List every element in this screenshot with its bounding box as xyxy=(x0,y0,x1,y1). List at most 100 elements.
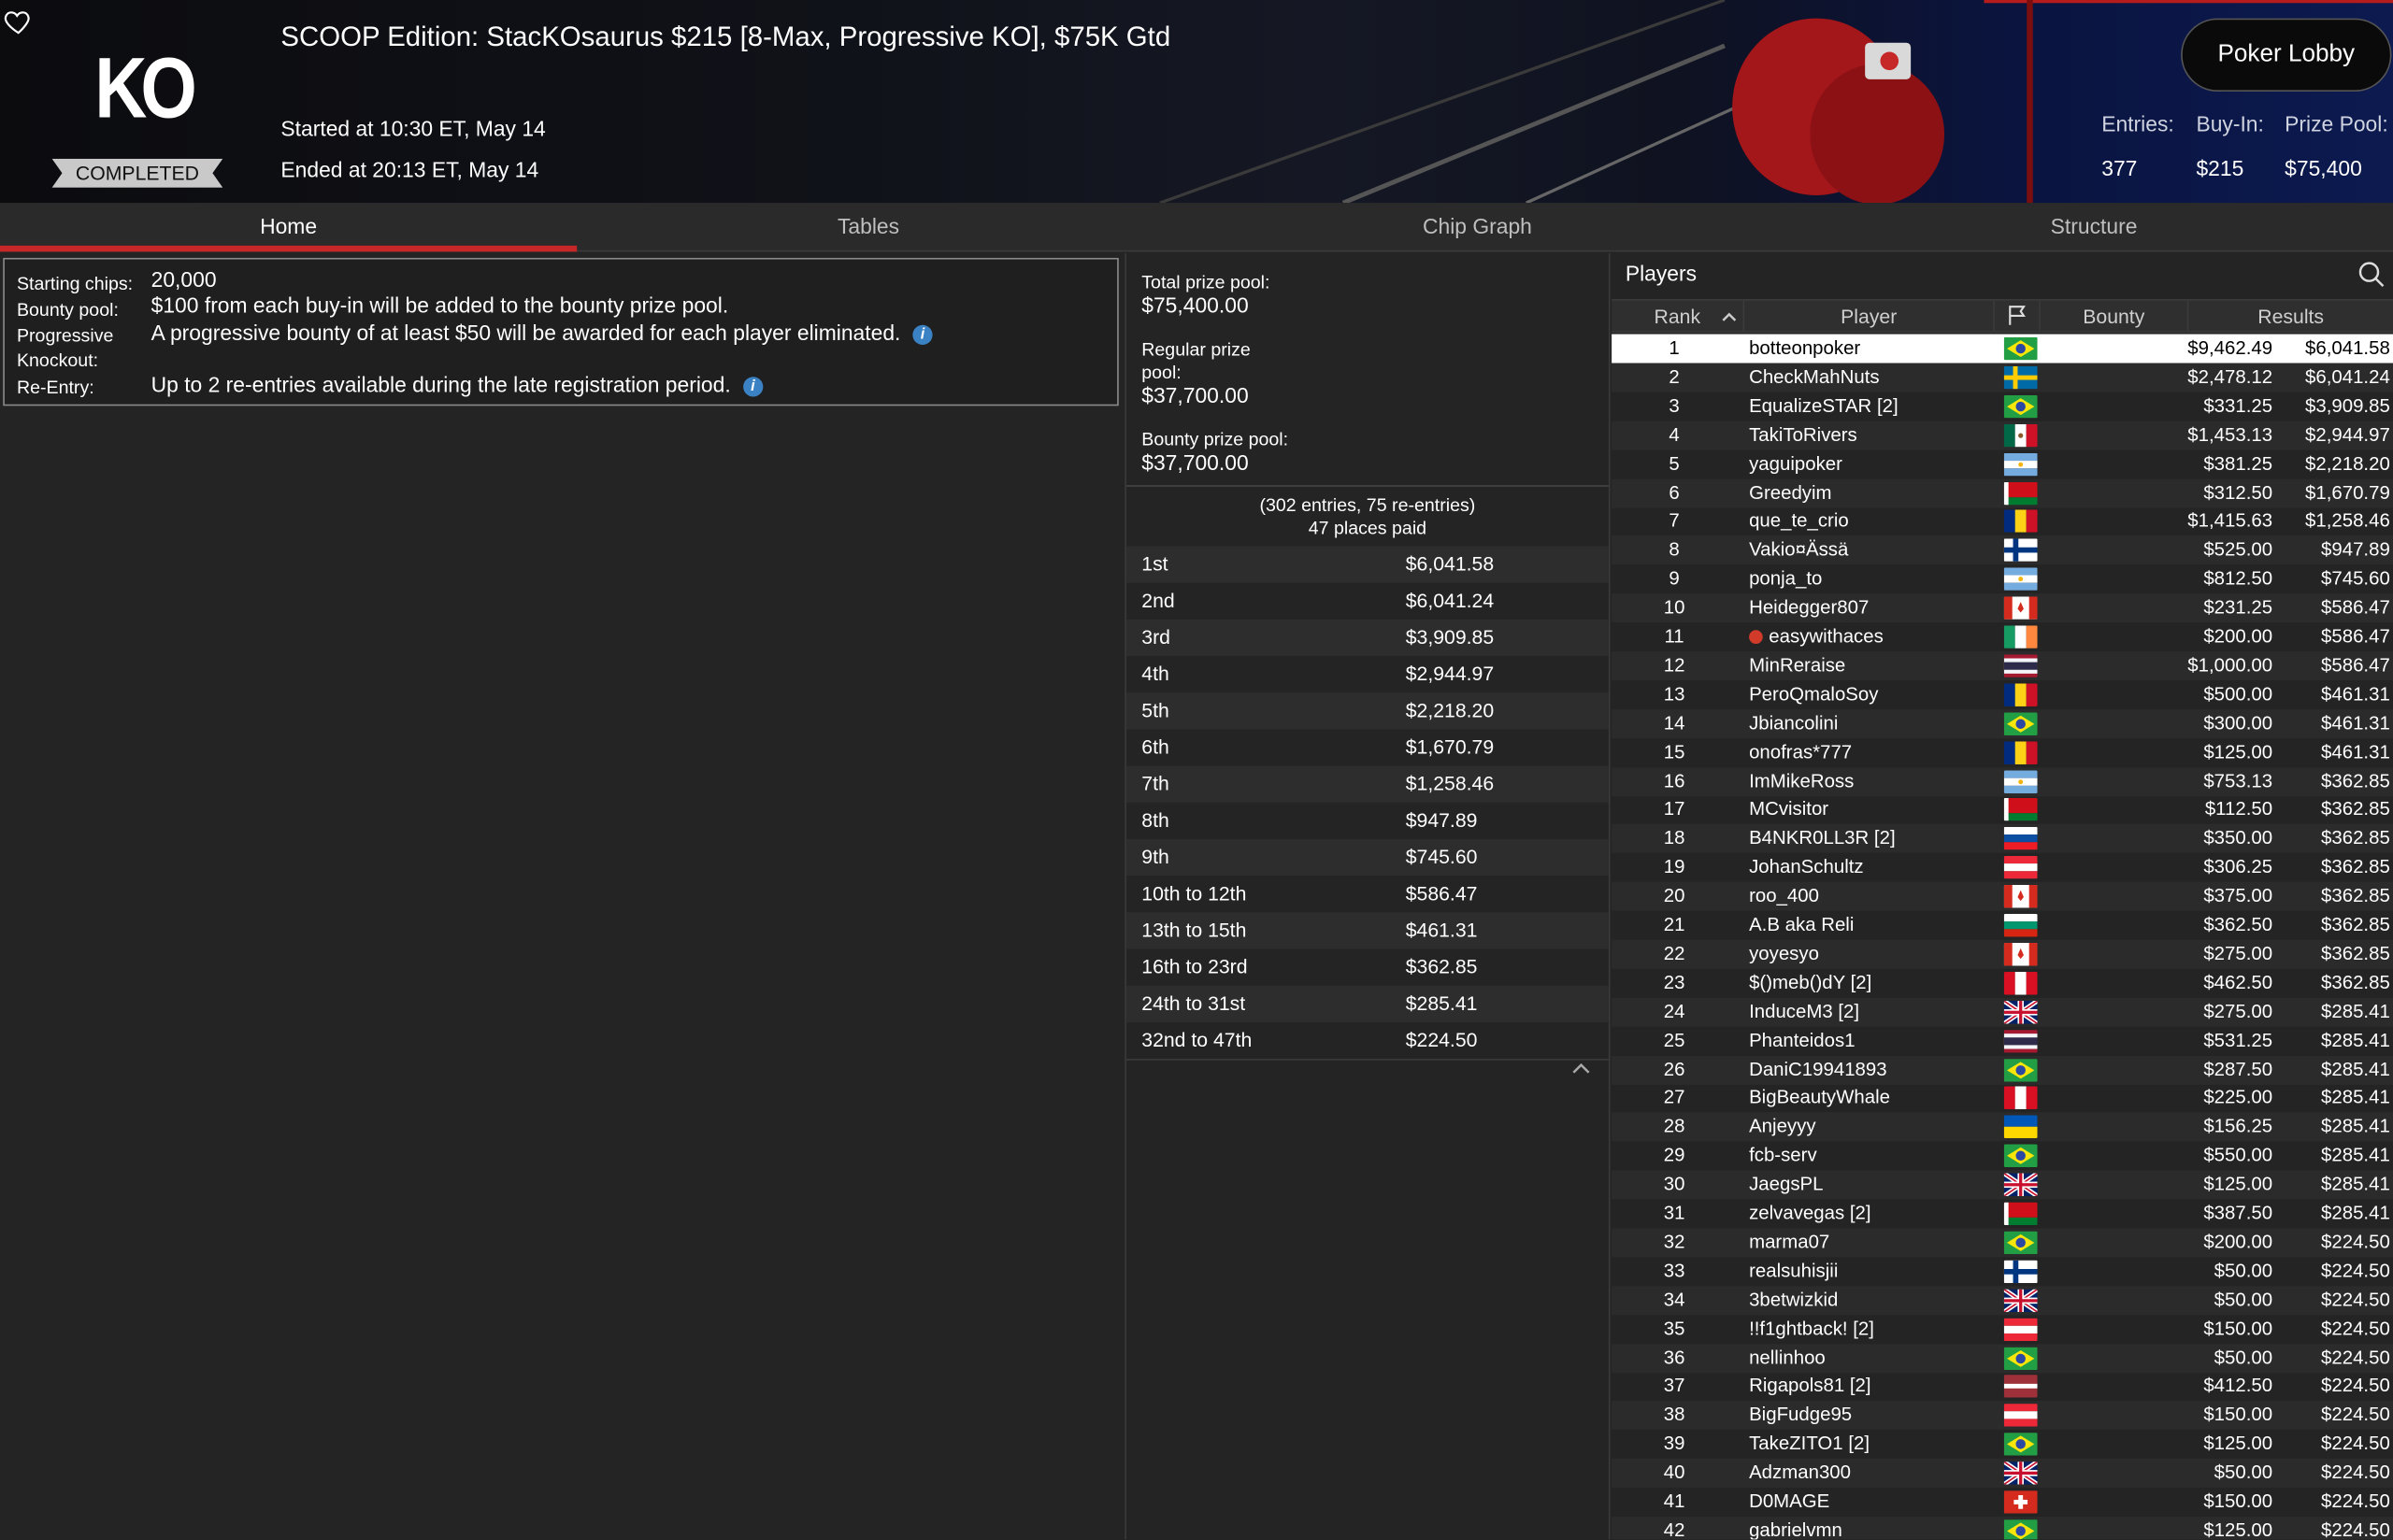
entries-value: 377 xyxy=(2101,155,2138,180)
player-name: zelvavegas [2] xyxy=(1749,1202,1871,1224)
country-flag-icon xyxy=(2003,1433,2038,1456)
status-badge: COMPLETED xyxy=(51,158,223,188)
player-row[interactable]: 2 CheckMahNuts $2,478.12 $6,041.24 xyxy=(1612,363,2393,392)
player-row[interactable]: 6 Greedyim $312.50 $1,670.79 xyxy=(1612,478,2393,507)
tab-chip-graph[interactable]: Chip Graph xyxy=(1160,203,1795,251)
player-row[interactable]: 15 onofras*777 $125.00 $461.31 xyxy=(1612,738,2393,767)
player-row[interactable]: 27 BigBeautyWhale $225.00 $285.41 xyxy=(1612,1084,2393,1113)
sort-ascending-icon xyxy=(1722,312,1737,321)
player-country-flag xyxy=(2003,481,2038,505)
info-icon[interactable]: i xyxy=(912,324,933,345)
country-flag-icon xyxy=(2003,1462,2038,1485)
player-row[interactable]: 34 3betwizkid $50.00 $224.50 xyxy=(1612,1285,2393,1315)
player-row[interactable]: 8 Vakio¤Ässä $525.00 $947.89 xyxy=(1612,535,2393,565)
player-row[interactable]: 13 PeroQmaloSoy $500.00 $461.31 xyxy=(1612,680,2393,709)
player-rank: 3 xyxy=(1669,394,1680,417)
column-country[interactable] xyxy=(1995,300,2041,332)
player-name-cell: InduceM3 [2] xyxy=(1749,997,1859,1026)
player-row[interactable]: 28 Anjeyyy $156.25 $285.41 xyxy=(1612,1112,2393,1142)
player-row[interactable]: 14 Jbiancolini $300.00 $461.31 xyxy=(1612,708,2393,738)
player-row[interactable]: 22 yoyesyo $275.00 $362.85 xyxy=(1612,939,2393,969)
player-row[interactable]: 33 realsuhisjii $50.00 $224.50 xyxy=(1612,1257,2393,1286)
payout-row: 7th $1,258.46 xyxy=(1125,765,1609,803)
player-name-cell: zelvavegas [2] xyxy=(1749,1199,1870,1228)
player-result: $362.85 xyxy=(2321,798,2390,820)
info-icon[interactable]: i xyxy=(742,376,763,397)
player-rank: 21 xyxy=(1663,913,1685,935)
player-rank: 32 xyxy=(1663,1231,1685,1253)
player-row[interactable]: 37 Rigapols81 [2] $412.50 $224.50 xyxy=(1612,1372,2393,1401)
tab-home[interactable]: Home xyxy=(0,203,578,252)
player-row[interactable]: 30 JaegsPL $125.00 $285.41 xyxy=(1612,1170,2393,1200)
player-row[interactable]: 20 roo_400 $375.00 $362.85 xyxy=(1612,881,2393,911)
player-row[interactable]: 29 fcb-serv $550.00 $285.41 xyxy=(1612,1142,2393,1171)
player-row[interactable]: 11 easywithaces $200.00 $586.47 xyxy=(1612,622,2393,651)
column-player[interactable]: Player xyxy=(1744,300,1995,332)
player-row[interactable]: 26 DaniC19941893 $287.50 $285.41 xyxy=(1612,1055,2393,1085)
player-row[interactable]: 35 !!f1ghtback! [2] $150.00 $224.50 xyxy=(1612,1315,2393,1344)
bounty-pool-label: Bounty pool: xyxy=(16,299,119,321)
player-name: Anjeyyy xyxy=(1749,1115,1816,1137)
player-row[interactable]: 10 Heidegger807 $231.25 $586.47 xyxy=(1612,593,2393,623)
column-bounty[interactable]: Bounty xyxy=(2041,300,2189,332)
column-results[interactable]: Results xyxy=(2188,301,2393,332)
player-row[interactable]: 4 TakiToRivers $1,453.13 $2,944.97 xyxy=(1612,421,2393,450)
regular-prize-pool-label: Regular prize xyxy=(1141,338,1251,361)
player-name-cell: MCvisitor xyxy=(1749,795,1828,824)
country-flag-icon xyxy=(2003,1058,2038,1081)
country-flag-icon xyxy=(2003,798,2038,822)
player-bounty: $125.00 xyxy=(2203,1519,2273,1540)
player-country-flag xyxy=(2003,1087,2038,1110)
player-row[interactable]: 9 ponja_to $812.50 $745.60 xyxy=(1612,564,2393,593)
player-result: $362.85 xyxy=(2321,827,2390,849)
player-rank: 42 xyxy=(1663,1519,1685,1540)
buyin-value: $215 xyxy=(2196,155,2244,180)
tab-tables[interactable]: Tables xyxy=(577,203,1160,251)
player-row[interactable]: 1 botteonpoker $9,462.49 $6,041.58 xyxy=(1612,334,2393,364)
player-rank: 6 xyxy=(1669,481,1680,503)
player-result: $1,670.79 xyxy=(2305,481,2390,503)
player-row[interactable]: 21 A.B aka Reli $362.50 $362.85 xyxy=(1612,911,2393,940)
player-row[interactable]: 5 yaguipoker $381.25 $2,218.20 xyxy=(1612,449,2393,478)
column-rank[interactable]: Rank xyxy=(1612,300,1745,332)
player-name: B4NKR0LL3R [2] xyxy=(1749,827,1896,849)
player-row[interactable]: 18 B4NKR0LL3R [2] $350.00 $362.85 xyxy=(1612,824,2393,854)
player-bounty: $306.25 xyxy=(2203,856,2273,878)
player-rank: 33 xyxy=(1663,1260,1685,1282)
player-row[interactable]: 25 Phanteidos1 $531.25 $285.41 xyxy=(1612,1026,2393,1055)
search-icon[interactable] xyxy=(2357,260,2387,291)
player-row[interactable]: 31 zelvavegas [2] $387.50 $285.41 xyxy=(1612,1199,2393,1228)
player-result: $224.50 xyxy=(2321,1289,2390,1310)
player-row[interactable]: 3 EqualizeSTAR [2] $331.25 $3,909.85 xyxy=(1612,392,2393,421)
favorite-heart-icon[interactable] xyxy=(3,7,34,37)
bounty-prize-pool-value: $37,700.00 xyxy=(1141,449,1249,475)
player-row[interactable]: 24 InduceM3 [2] $275.00 $285.41 xyxy=(1612,997,2393,1027)
player-row[interactable]: 16 ImMikeRoss $753.13 $362.85 xyxy=(1612,766,2393,796)
player-row[interactable]: 42 gabrielvmn $125.00 $224.50 xyxy=(1612,1516,2393,1540)
poker-lobby-button[interactable]: Poker Lobby xyxy=(2181,18,2392,92)
player-row[interactable]: 39 TakeZITO1 [2] $125.00 $224.50 xyxy=(1612,1430,2393,1459)
player-row[interactable]: 38 BigFudge95 $150.00 $224.50 xyxy=(1612,1401,2393,1431)
player-country-flag xyxy=(2003,365,2038,390)
player-row[interactable]: 7 que_te_crio $1,415.63 $1,258.46 xyxy=(1612,507,2393,536)
player-result: $362.85 xyxy=(2321,971,2390,993)
player-rank: 30 xyxy=(1663,1173,1685,1195)
player-row[interactable]: 36 nellinhoo $50.00 $224.50 xyxy=(1612,1343,2393,1373)
payout-amount: $1,258.46 xyxy=(1405,772,1495,795)
player-row[interactable]: 23 $()meb()dY [2] $462.50 $362.85 xyxy=(1612,968,2393,997)
collapse-chevron-icon[interactable] xyxy=(1572,1062,1591,1074)
player-row[interactable]: 17 MCvisitor $112.50 $362.85 xyxy=(1612,795,2393,824)
player-row[interactable]: 40 Adzman300 $50.00 $224.50 xyxy=(1612,1459,2393,1489)
player-result: $362.85 xyxy=(2321,885,2390,906)
player-row[interactable]: 12 MinReraise $1,000.00 $586.47 xyxy=(1612,650,2393,681)
player-bounty: $375.00 xyxy=(2203,885,2273,906)
player-row[interactable]: 19 JohanSchultz $306.25 $362.85 xyxy=(1612,853,2393,882)
player-row[interactable]: 41 D0MAGE $150.00 $224.50 xyxy=(1612,1488,2393,1517)
country-flag-icon xyxy=(2003,654,2038,677)
player-row[interactable]: 32 marma07 $200.00 $224.50 xyxy=(1612,1228,2393,1258)
tab-structure[interactable]: Structure xyxy=(1795,203,2393,251)
player-bounty: $275.00 xyxy=(2203,1000,2273,1022)
tournament-lobby-window: KO COMPLETED SCOOP Edition: StacKOsaurus… xyxy=(0,0,2393,1540)
player-name: gabrielvmn xyxy=(1749,1519,1842,1540)
player-name: BigBeautyWhale xyxy=(1749,1087,1890,1108)
